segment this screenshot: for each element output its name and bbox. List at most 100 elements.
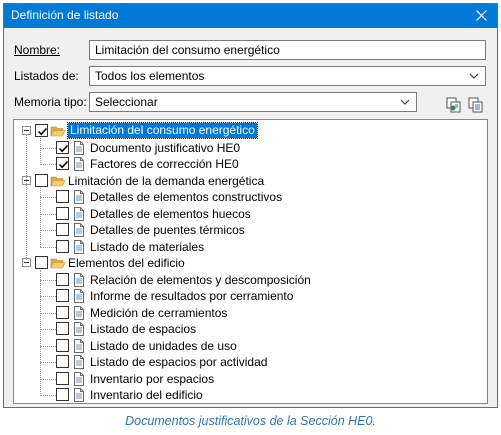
tree-item-row[interactable]: Detalles de elementos constructivos xyxy=(14,189,474,205)
tree-connector xyxy=(40,296,56,297)
tree-item-label[interactable]: Factores de corrección HE0 xyxy=(90,157,239,171)
document-icon xyxy=(71,387,87,403)
nombre-label-text: Nombre: xyxy=(14,43,61,57)
tree-item-row[interactable]: Listado de materiales xyxy=(14,239,474,255)
item-checkbox[interactable] xyxy=(56,272,69,286)
document-icon xyxy=(71,288,87,304)
tree-item-label[interactable]: Detalles de puentes térmicos xyxy=(90,223,245,237)
item-checkbox[interactable] xyxy=(56,388,69,401)
tree-item-label[interactable]: Medición de cerramientos xyxy=(90,306,227,320)
tree-item-label[interactable]: Listado de espacios por actividad xyxy=(90,355,267,369)
tree-item-row[interactable]: Listado de unidades de uso xyxy=(14,338,474,354)
memoria-select[interactable]: Seleccionar xyxy=(89,92,417,112)
document-icon xyxy=(71,371,87,387)
tree-item-label[interactable]: Informe de resultados por cerramiento xyxy=(90,289,293,303)
item-checkbox[interactable] xyxy=(56,338,69,352)
memoria-label: Memoria tipo: xyxy=(14,95,87,109)
tree-item-row[interactable]: Detalles de puentes térmicos xyxy=(14,222,474,238)
tree-connector xyxy=(40,147,56,149)
item-checkbox[interactable] xyxy=(56,355,69,368)
document-icon xyxy=(71,272,87,288)
tree-item-label[interactable]: Relación de elementos y descomposición xyxy=(90,273,311,287)
item-checkbox[interactable] xyxy=(56,305,69,319)
tree-item-row[interactable]: Factores de corrección HE0 xyxy=(14,156,474,172)
tree-item-label[interactable]: Detalles de elementos huecos xyxy=(90,207,251,221)
document-icon xyxy=(71,156,87,172)
tree-group-row[interactable]: Elementos del edificio xyxy=(14,255,474,271)
listados-label: Listados de: xyxy=(14,69,79,83)
tree-item-row[interactable]: Documento justificativo HE0 xyxy=(14,140,474,156)
listados-value: Todos los elementos xyxy=(95,69,205,83)
tree-connector xyxy=(40,329,56,330)
tree-item-label[interactable]: Inventario del edificio xyxy=(90,388,203,402)
item-checkbox[interactable] xyxy=(56,239,69,253)
tree-connector xyxy=(40,312,56,314)
tree-item-label[interactable]: Documento justificativo HE0 xyxy=(90,141,240,155)
item-checkbox[interactable] xyxy=(56,223,69,236)
tree-item-row[interactable]: Inventario por espacios xyxy=(14,371,474,387)
tree-item-row[interactable]: Listado de espacios por actividad xyxy=(14,354,474,370)
window-title: Definición de listado xyxy=(11,8,119,22)
tree-connector xyxy=(40,345,56,347)
tree-item-label[interactable]: Listado de espacios xyxy=(90,322,196,336)
document-icon xyxy=(71,222,87,238)
copy-icon xyxy=(446,97,461,113)
item-checkbox[interactable] xyxy=(56,371,69,385)
close-icon xyxy=(476,10,487,21)
tree-item-label[interactable]: Detalles de elementos constructivos xyxy=(90,190,282,204)
document-icon xyxy=(71,354,87,370)
group-checkbox[interactable] xyxy=(35,173,48,187)
figure-caption: Documentos justificativos de la Sección … xyxy=(125,414,376,428)
nombre-input[interactable]: Limitación del consumo energético xyxy=(89,40,486,60)
collapse-toggle[interactable] xyxy=(22,126,31,135)
tree-connector xyxy=(40,246,56,248)
tree-connector xyxy=(40,138,41,165)
folder-open-icon xyxy=(50,123,66,139)
folder-open-icon xyxy=(50,173,66,189)
close-button[interactable] xyxy=(467,4,497,28)
title-bar[interactable]: Definición de listado xyxy=(4,4,497,28)
memoria-value: Seleccionar xyxy=(95,95,158,109)
tree-item-label[interactable]: Listado de materiales xyxy=(90,240,204,254)
tree-group-label[interactable]: Limitación del consumo energético xyxy=(67,122,258,139)
item-checkbox[interactable] xyxy=(56,157,69,170)
tree-connector xyxy=(40,213,56,215)
item-checkbox[interactable] xyxy=(56,322,69,335)
listing-definition-dialog: Definición de listado Nombre: Limitación… xyxy=(3,3,498,408)
item-checkbox[interactable] xyxy=(56,289,69,302)
tree-item-row[interactable]: Medición de cerramientos xyxy=(14,305,474,321)
document-icon xyxy=(71,206,87,222)
paste-button[interactable] xyxy=(467,96,485,114)
tree-group-row[interactable]: Limitación del consumo energético xyxy=(14,122,474,139)
item-checkbox[interactable] xyxy=(56,190,69,203)
tree-item-row[interactable]: Detalles de elementos huecos xyxy=(14,206,474,222)
document-icon xyxy=(71,140,87,156)
tree-item-row[interactable]: Listado de espacios xyxy=(14,321,474,337)
tree-connector xyxy=(40,197,56,198)
document-icon xyxy=(71,305,87,321)
tree-connector xyxy=(40,279,56,281)
paste-icon xyxy=(468,97,483,113)
listados-select[interactable]: Todos los elementos xyxy=(89,66,486,86)
chevron-down-icon xyxy=(400,99,410,105)
item-checkbox[interactable] xyxy=(56,140,69,154)
item-checkbox[interactable] xyxy=(56,206,69,220)
group-checkbox[interactable] xyxy=(35,124,48,137)
document-icon xyxy=(71,239,87,255)
group-checkbox[interactable] xyxy=(35,256,48,269)
tree-group-label[interactable]: Elementos del edificio xyxy=(68,256,185,270)
tree-item-label[interactable]: Inventario por espacios xyxy=(90,372,214,386)
tree-item-label[interactable]: Listado de unidades de uso xyxy=(90,339,237,353)
tree-item-row[interactable]: Informe de resultados por cerramiento xyxy=(14,288,474,304)
document-icon xyxy=(71,189,87,205)
tree-item-row[interactable]: Inventario del edificio xyxy=(14,387,474,403)
tree-item-row[interactable]: Relación de elementos y descomposición xyxy=(14,272,474,288)
folder-open-icon xyxy=(50,255,66,271)
copy-button[interactable] xyxy=(445,96,463,114)
tree-group-label[interactable]: Limitación de la demanda energética xyxy=(68,174,264,188)
tree-group-row[interactable]: Limitación de la demanda energética xyxy=(14,173,474,189)
report-tree[interactable]: Limitación del consumo energético Documen… xyxy=(13,119,488,404)
document-icon xyxy=(71,321,87,337)
tree-connector xyxy=(40,164,56,165)
tree-connector xyxy=(40,362,56,363)
